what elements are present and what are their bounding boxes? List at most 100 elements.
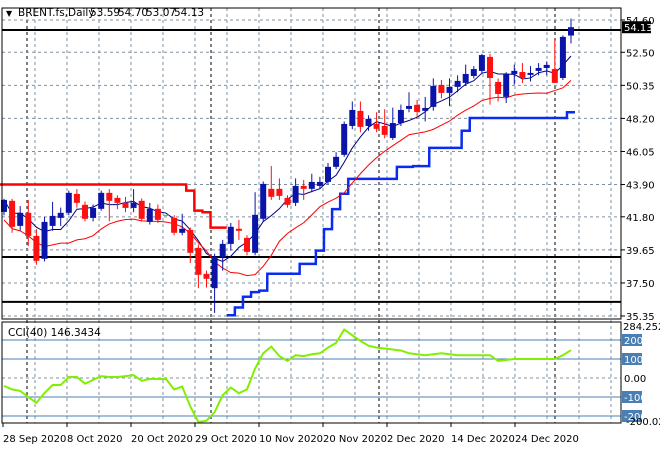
price-label: 41.80 [626, 213, 655, 224]
candle-body [478, 55, 485, 71]
candle[interactable] [138, 198, 145, 222]
candle-body [527, 72, 534, 75]
ohlc-high: 54.70 [118, 7, 148, 19]
candle-body [551, 69, 558, 83]
candle-body [163, 214, 169, 216]
candle-body [373, 123, 380, 129]
date-label: 8 Oct 2020 [67, 434, 122, 445]
price-label: 39.65 [626, 246, 655, 257]
candle-body [422, 107, 429, 111]
candle-body [292, 185, 299, 203]
cci-level-label: 100 [624, 355, 643, 366]
candle-body [106, 192, 113, 201]
candle-body [381, 125, 388, 135]
candle[interactable] [478, 53, 485, 74]
candle-body [406, 105, 412, 109]
candle-body [171, 217, 178, 233]
candle[interactable] [260, 181, 267, 222]
candle-body [397, 109, 404, 124]
date-label: 29 Oct 2020 [195, 434, 257, 445]
candle-body [235, 228, 242, 231]
ohlc-close: 54.13 [174, 7, 204, 19]
candle-body [333, 156, 340, 167]
candle-body [252, 214, 259, 253]
candle-body [57, 212, 64, 218]
candle-body [146, 208, 153, 222]
candle[interactable] [341, 121, 348, 157]
candle-body [25, 212, 32, 236]
trading-chart[interactable]: ▼ BRENT.fs,Daily 53.59 54.70 53.07 54.13… [0, 0, 660, 450]
candle-body [487, 56, 493, 78]
candle-body [454, 80, 461, 87]
date-label: 10 Nov 2020 [259, 434, 323, 445]
date-label: 14 Dec 2020 [451, 434, 515, 445]
candle-body [179, 228, 186, 233]
candle-body [430, 85, 437, 107]
candle-body [511, 70, 518, 74]
candle-body [446, 86, 453, 93]
candle-body [73, 193, 80, 203]
candle[interactable] [163, 214, 169, 216]
price-label: 52.50 [626, 48, 655, 59]
candle-body [308, 181, 315, 189]
candle-body [154, 208, 161, 220]
price-label: 37.50 [626, 279, 655, 290]
candle-body [49, 215, 56, 226]
candle-body [244, 237, 250, 252]
cci-level-label: 200 [624, 336, 643, 347]
candle-body [284, 197, 291, 205]
cci-label: CCI(40) 146.3434 [8, 327, 101, 339]
candle-body [17, 212, 24, 226]
candle-body [98, 192, 105, 209]
candle-body [195, 247, 202, 275]
candle[interactable] [65, 190, 72, 216]
candle[interactable] [98, 190, 105, 211]
candle-body [211, 256, 218, 289]
date-label: 24 Dec 2020 [515, 434, 579, 445]
candle-body [187, 229, 194, 253]
candle-body [316, 181, 323, 186]
candle-body [90, 207, 97, 218]
date-label: 20 Nov 2020 [323, 434, 387, 445]
candle-body [559, 36, 566, 78]
candle-body [260, 183, 267, 219]
candle-body [122, 202, 129, 208]
candle[interactable] [171, 215, 178, 236]
candle-body [389, 123, 396, 138]
candle-body [33, 235, 40, 261]
candle-body [462, 73, 469, 83]
candle-body [325, 166, 331, 182]
candle-body [495, 81, 502, 94]
price-label: 46.05 [626, 147, 655, 158]
candle[interactable] [41, 216, 48, 262]
candle-body [341, 123, 348, 155]
candle-body [414, 104, 421, 112]
candle-body [349, 109, 356, 126]
candle-body [438, 84, 445, 93]
date-label: 20 Oct 2020 [131, 434, 193, 445]
price-label: 50.35 [626, 81, 655, 92]
price-label: 43.90 [626, 181, 655, 192]
candle-body [219, 243, 226, 257]
candle-body [138, 200, 145, 219]
collapse-arrow-icon[interactable]: ▼ [6, 9, 13, 18]
cci-level-label: -100 [624, 393, 647, 404]
candle-body [535, 67, 542, 71]
candle-body [568, 27, 574, 36]
candle-body [82, 204, 88, 219]
date-label: 2 Dec 2020 [387, 434, 445, 445]
candle-body [300, 185, 307, 189]
candle-body [519, 71, 526, 78]
cci-max-label: 284.2522 [623, 322, 660, 333]
candle-body [503, 73, 510, 97]
candle[interactable] [559, 35, 566, 80]
candle-body [357, 110, 364, 127]
ohlc-low: 53.07 [146, 7, 176, 19]
candle-body [470, 69, 477, 76]
symbol-title: BRENT.fs,Daily [18, 7, 95, 19]
candle-body [365, 118, 372, 126]
date-label: 28 Sep 2020 [3, 434, 66, 445]
candle-body [9, 200, 16, 227]
candle-body [114, 197, 121, 203]
cci-level-label: 0.00 [624, 374, 646, 385]
